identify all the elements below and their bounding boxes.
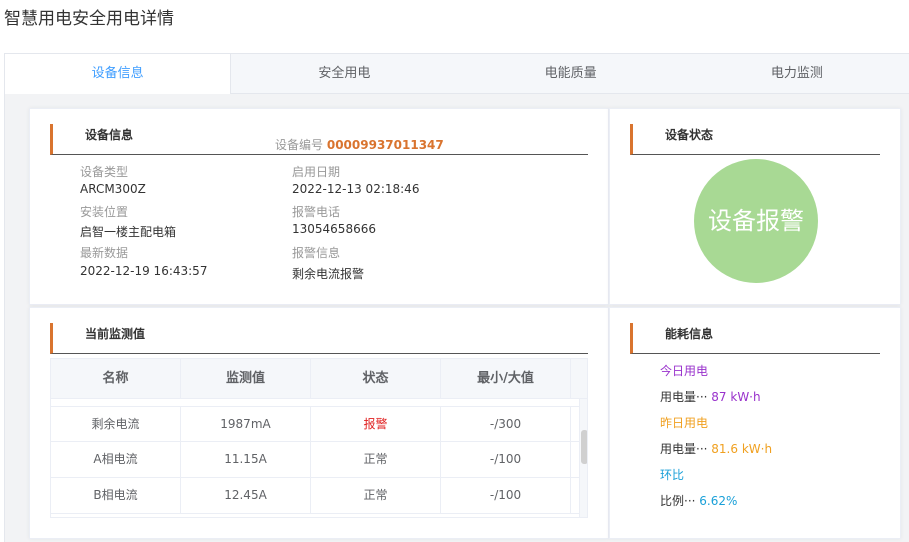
scrollbar-thumb[interactable]	[581, 430, 587, 464]
today-usage-value: 87 kW·h	[711, 390, 761, 404]
alarm-info-label: 报警信息	[292, 246, 341, 260]
tab-bar: 设备信息 安全用电 电能质量 电力监测	[5, 54, 909, 95]
today-usage-row: 用电量··· 87 kW·h	[660, 388, 761, 405]
energy-header: 能耗信息	[630, 323, 880, 354]
install-location-value: 启智一楼主配电箱	[80, 225, 177, 239]
today-usage-label: 今日用电	[660, 364, 709, 378]
yesterday-usage-text: 用电量···	[660, 442, 708, 456]
ratio-row: 比例··· 6.62%	[660, 492, 737, 509]
ratio-text: 比例···	[660, 494, 696, 508]
current-monitor-card: 当前监测值 名称 监测值 状态 最小/大值 剩余电流 1987mA 报警 -/3…	[29, 307, 609, 539]
device-status-header: 设备状态	[630, 124, 880, 155]
cell-status: 正常	[311, 442, 441, 477]
cell-status: 正常	[311, 478, 441, 513]
tab-device-info[interactable]: 设备信息	[5, 54, 232, 95]
cell-name: B相电流	[51, 478, 181, 513]
device-number-label: 设备编号	[275, 138, 324, 152]
device-info-title: 设备信息	[85, 128, 134, 142]
tab-container: 设备信息 安全用电 电能质量 电力监测 设备信息 设备编号 0000993701…	[4, 53, 909, 542]
device-status-card: 设备状态 设备报警	[609, 108, 901, 305]
column-header-name[interactable]: 名称	[51, 359, 181, 399]
cell-name: A相电流	[51, 442, 181, 477]
alarm-info-value: 剩余电流报警	[292, 267, 365, 281]
monitor-header: 当前监测值	[50, 323, 588, 354]
enable-date-label: 启用日期	[292, 165, 341, 179]
cell-name: 剩余电流	[51, 407, 181, 442]
table-row[interactable]: A相电流 11.15A 正常 -/100	[51, 442, 587, 478]
energy-info-card: 能耗信息 今日用电 用电量··· 87 kW·h 昨日用电 用电量··· 81.…	[609, 307, 901, 539]
table-row[interactable]: B相电流 12.45A 正常 -/100	[51, 478, 587, 514]
latest-data-label: 最新数据	[80, 246, 129, 260]
install-location-label: 安装位置	[80, 205, 129, 219]
tab-content: 设备信息 设备编号 00009937011347 设备类型 ARCM300Z 安…	[5, 94, 909, 542]
ratio-label: 环比	[660, 468, 685, 482]
cell-status-alarm: 报警	[311, 407, 441, 442]
device-alarm-indicator: 设备报警	[694, 159, 818, 283]
page-title: 智慧用电安全用电详情	[4, 9, 174, 29]
today-usage-text: 用电量···	[660, 390, 708, 404]
column-header-status[interactable]: 状态	[311, 359, 441, 399]
cell-value: 1987mA	[181, 407, 311, 442]
table-body: 剩余电流 1987mA 报警 -/300 A相电流 11.15A 正常 -/10…	[51, 406, 587, 514]
cell-value: 12.45A	[181, 478, 311, 513]
alarm-phone-label: 报警电话	[292, 205, 341, 219]
device-type-label: 设备类型	[80, 165, 129, 179]
yesterday-usage-label: 昨日用电	[660, 416, 709, 430]
enable-date-value: 2022-12-13 02:18:46	[292, 182, 420, 196]
table-row[interactable]: 剩余电流 1987mA 报警 -/300	[51, 406, 587, 442]
cell-value: 11.15A	[181, 442, 311, 477]
yesterday-usage-value: 81.6 kW·h	[711, 442, 773, 456]
table-header: 名称 监测值 状态 最小/大值	[51, 359, 587, 399]
tab-power-quality[interactable]: 电能质量	[458, 54, 684, 94]
table-scrollbar[interactable]	[579, 399, 587, 517]
device-type-value: ARCM300Z	[80, 182, 146, 196]
cell-range: -/300	[441, 407, 571, 442]
monitor-title: 当前监测值	[85, 327, 146, 341]
yesterday-usage-row: 用电量··· 81.6 kW·h	[660, 440, 772, 457]
cell-range: -/100	[441, 442, 571, 477]
tab-safe-electricity[interactable]: 安全用电	[231, 54, 457, 94]
monitor-table: 名称 监测值 状态 最小/大值 剩余电流 1987mA 报警 -/300 A相电…	[50, 358, 588, 518]
device-number: 设备编号 00009937011347	[275, 136, 444, 153]
alarm-phone-value: 13054658666	[292, 222, 376, 236]
column-header-value[interactable]: 监测值	[181, 359, 311, 399]
latest-data-value: 2022-12-19 16:43:57	[80, 264, 208, 278]
ratio-value: 6.62%	[699, 494, 738, 508]
header-gutter	[571, 359, 587, 399]
energy-title: 能耗信息	[665, 327, 714, 341]
column-header-range[interactable]: 最小/大值	[441, 359, 571, 399]
device-info-card: 设备信息 设备编号 00009937011347 设备类型 ARCM300Z 安…	[29, 108, 609, 305]
tab-power-monitoring[interactable]: 电力监测	[684, 54, 909, 94]
cell-range: -/100	[441, 478, 571, 513]
device-status-title: 设备状态	[665, 128, 714, 142]
device-number-value: 00009937011347	[326, 138, 444, 152]
